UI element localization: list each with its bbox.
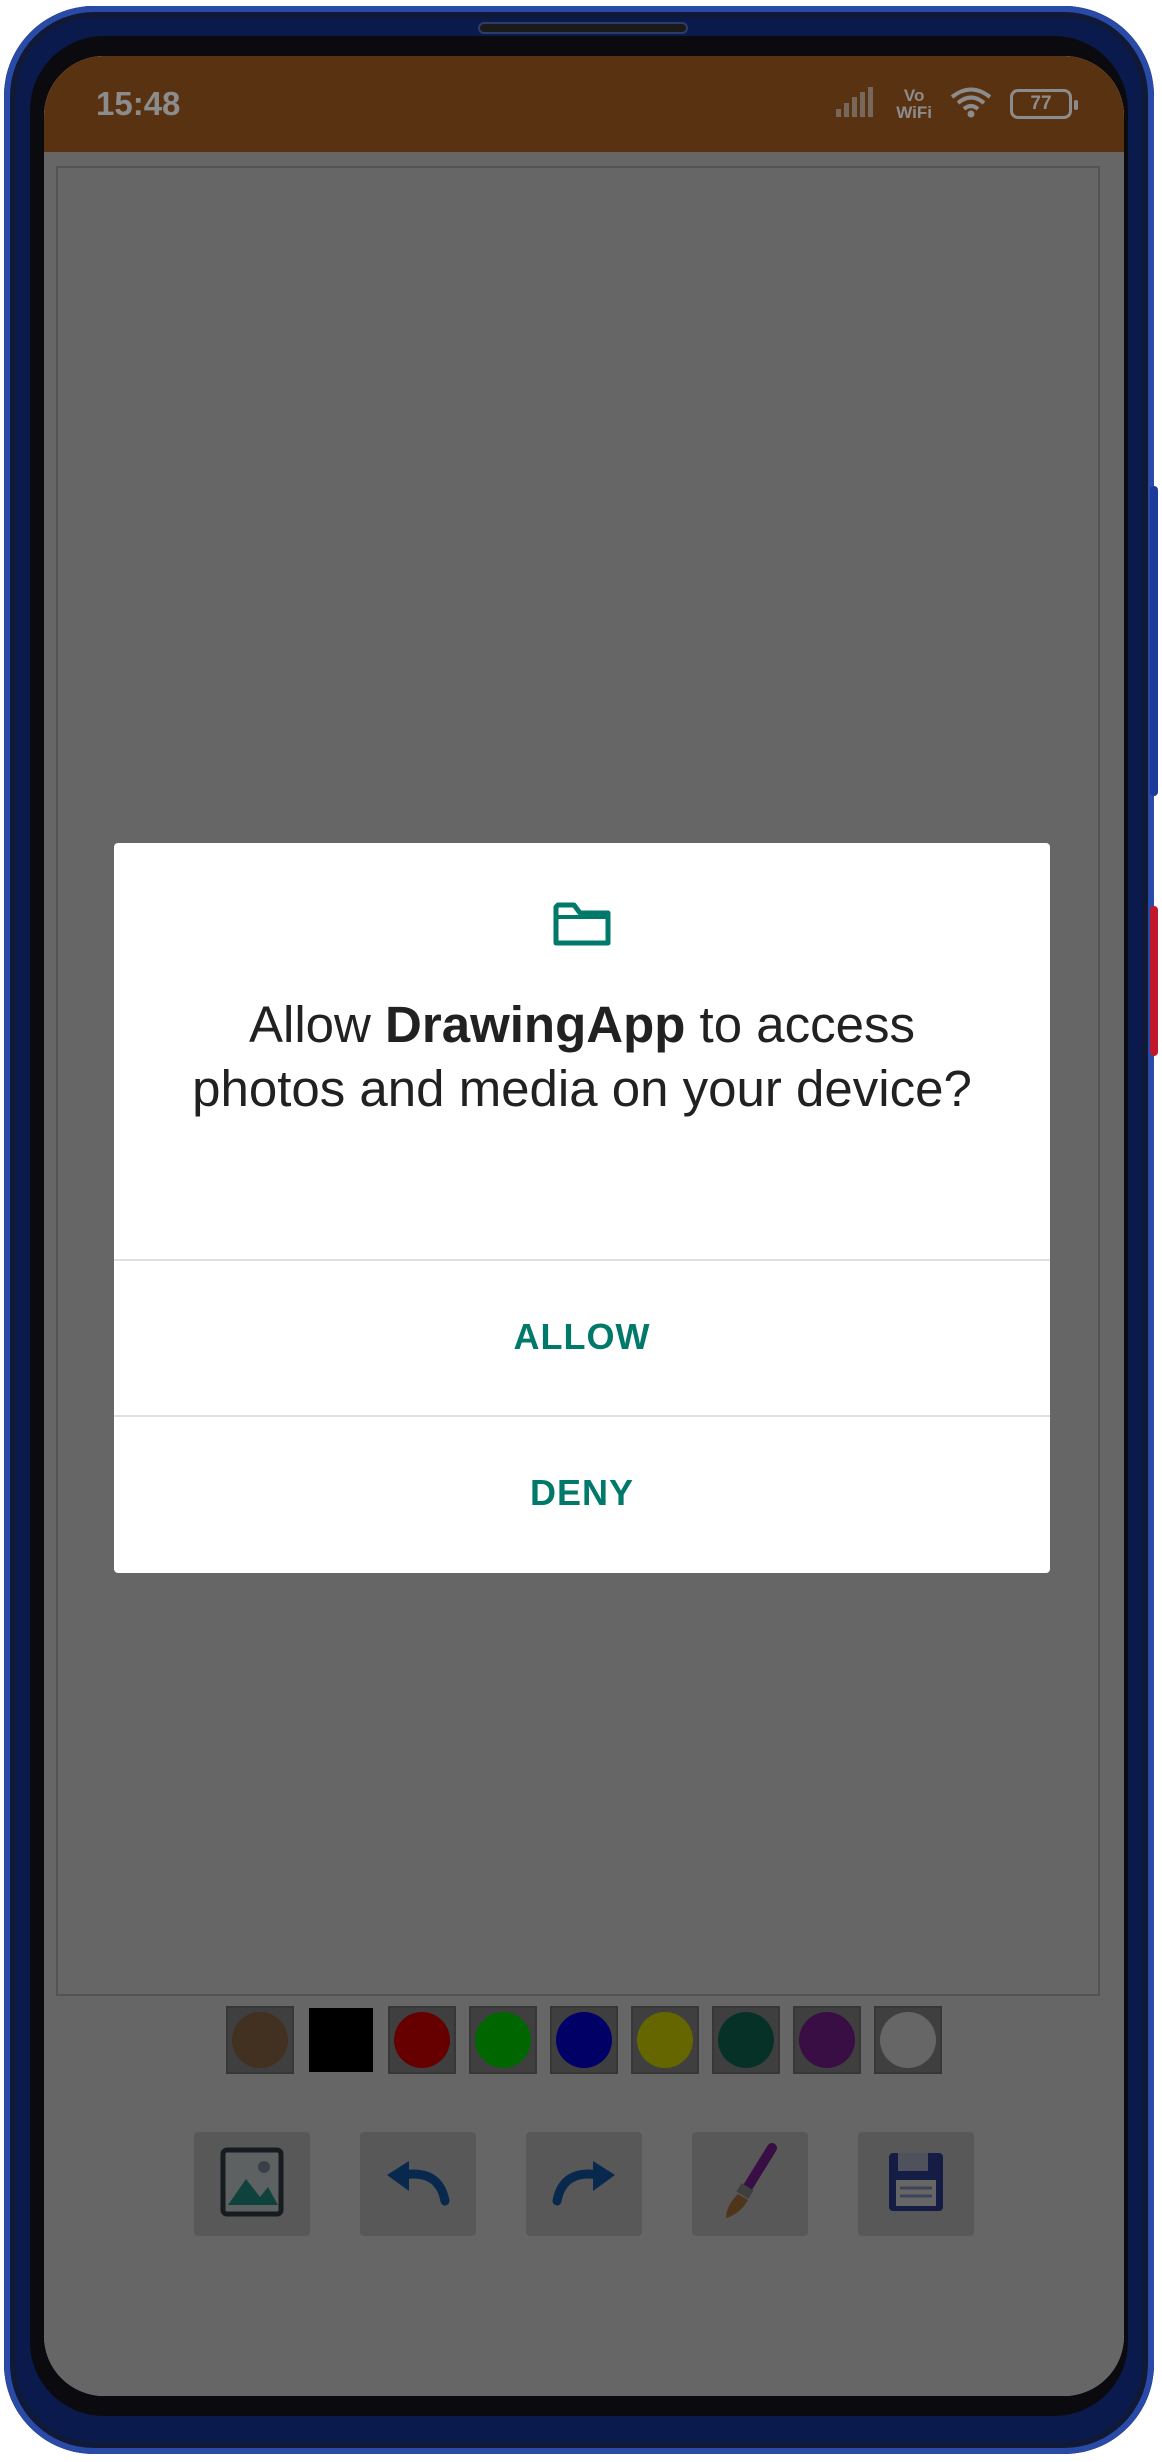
allow-button[interactable]: ALLOW: [114, 1261, 1050, 1413]
app-name: DrawingApp: [385, 996, 686, 1053]
screen: 15:48 Vo WiFi 77 Allow DrawingApp to acc…: [44, 56, 1124, 2396]
permission-dialog: Allow DrawingApp to access photos and me…: [114, 843, 1050, 1573]
permission-message: Allow DrawingApp to access photos and me…: [174, 993, 990, 1121]
deny-button[interactable]: DENY: [114, 1417, 1050, 1569]
phone-frame: 15:48 Vo WiFi 77 Allow DrawingApp to acc…: [4, 6, 1158, 2454]
status-bar-scrim: [44, 56, 1124, 152]
message-prefix: Allow: [249, 996, 386, 1053]
earpiece-slot: [480, 24, 686, 32]
volume-button: [1150, 486, 1158, 796]
folder-icon: [552, 899, 612, 954]
power-button: [1150, 906, 1158, 1056]
